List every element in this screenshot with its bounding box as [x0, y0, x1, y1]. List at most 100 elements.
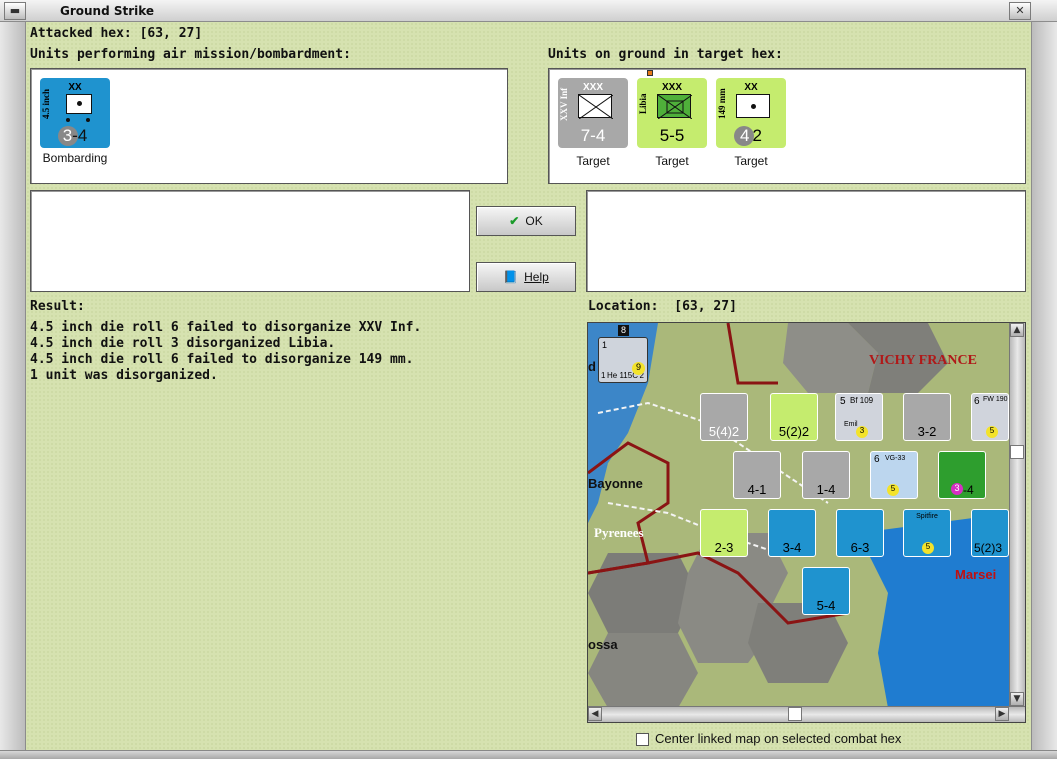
map-unit-counter[interactable]: 6-3	[836, 509, 884, 557]
map-counter-strength: 5(2)2	[778, 424, 810, 439]
map-counter-strength: 2-3	[714, 540, 734, 555]
result-text: 4.5 inch die roll 6 failed to disorganiz…	[30, 320, 421, 384]
map-counter-badge: 3	[856, 426, 868, 438]
map-counter-badge: 5	[922, 542, 934, 554]
unit-name: Libia	[638, 93, 648, 115]
horizontal-scroll-thumb[interactable]	[788, 707, 802, 721]
map-counter-top: 1	[602, 340, 608, 350]
unit-caption: Bombarding	[42, 151, 108, 165]
map-label-d: d	[588, 359, 596, 374]
location-caption: Location:	[588, 299, 659, 314]
defenders-header: Units on ground in target hex:	[548, 47, 783, 62]
map-unit-counter[interactable]: 3 -4	[938, 451, 986, 499]
unit-strength: 3-4	[40, 126, 110, 146]
map-counter-strength: 1-4	[816, 482, 836, 497]
unit-strength-b: 2	[752, 126, 762, 145]
map-unit-counter[interactable]: 1-4	[802, 451, 850, 499]
attackers-header: Units performing air mission/bombardment…	[30, 47, 351, 62]
map-unit-counter[interactable]: 3-4	[768, 509, 816, 557]
unit-caption: Target	[655, 154, 689, 168]
window-title: Ground Strike	[60, 4, 155, 18]
map-unit-counter[interactable]: 5 Bf 109 Emil 3	[835, 393, 883, 441]
map-counter-badge: 3	[951, 483, 963, 495]
unit-strength-a: 4	[740, 126, 750, 145]
artillery-symbol-icon	[736, 94, 770, 118]
map-counter-strength: 6	[974, 396, 980, 407]
attacked-hex-value: [63, 27]	[139, 26, 203, 41]
unit-caption: Target	[734, 154, 768, 168]
location-label: Location: [63, 27]	[588, 299, 737, 314]
unit-strength-b: -4	[72, 126, 88, 145]
window-frame-bottom	[0, 750, 1057, 759]
hex-map[interactable]: VICHY FRANCE Bayonne Pyrenees Marsei oss…	[587, 322, 1026, 723]
map-unit-counter[interactable]: Spitfire 5	[903, 509, 951, 557]
map-counter-bottom-left: 1	[601, 371, 606, 380]
defense-detail-panel	[586, 190, 1026, 292]
unit-counter[interactable]: XXX Libia 5-5	[637, 78, 707, 148]
unit-counter[interactable]: XX 4.5 inch 3-4	[40, 78, 110, 148]
unit-counter[interactable]: XXX XXV Inf 7-4	[558, 78, 628, 148]
map-horizontal-scrollbar[interactable]: ◀ ▶	[588, 706, 1025, 722]
scroll-up-arrow-icon[interactable]: ▲	[1010, 323, 1024, 337]
map-unit-counter[interactable]: 2-3	[700, 509, 748, 557]
map-counter-badge: 9	[632, 362, 645, 375]
map-counter-strength: 5	[840, 396, 846, 407]
result-line: 4.5 inch die roll 3 disorganized Libia.	[30, 336, 336, 351]
vertical-scroll-thumb[interactable]	[1010, 445, 1024, 459]
map-counter-badge: 5	[986, 426, 998, 438]
map-counter-label: VG-33	[885, 455, 906, 462]
system-menu-button[interactable]: ▬	[4, 2, 26, 20]
map-unit-counter[interactable]: 1 He 115C 1 2 9	[598, 337, 648, 383]
result-label: Result:	[30, 299, 85, 314]
defenders-panel: XXX XXV Inf 7-4 Target XXX Libia 5-5 Tar…	[548, 68, 1026, 184]
unit-counter[interactable]: XX 149 mm 42	[716, 78, 786, 148]
map-vertical-scrollbar[interactable]: ▲ ▼	[1009, 323, 1025, 722]
map-unit-counter[interactable]: 4-1	[733, 451, 781, 499]
unit-name: XXV Inf	[559, 87, 569, 121]
center-linked-map-label: Center linked map on selected combat hex	[655, 731, 902, 746]
map-label-bayonne: Bayonne	[588, 476, 643, 491]
dialog-content: Attacked hex: [63, 27] Units performing …	[26, 22, 1031, 759]
map-unit-counter[interactable]: 6 VG-33 5	[870, 451, 918, 499]
map-counter-label: Spitfire	[916, 513, 938, 520]
map-unit-counter[interactable]: 3-2	[903, 393, 951, 441]
unit-strength: 7-4	[580, 126, 606, 145]
map-unit-counter[interactable]: 5(2)3	[971, 509, 1009, 557]
window-frame-right	[1031, 22, 1057, 759]
map-counter-strength: 5(2)3	[974, 541, 1003, 555]
unit-name: 4.5 inch	[41, 89, 51, 120]
map-label-vichy-france: VICHY FRANCE	[869, 353, 977, 368]
map-counter-strength: 6-3	[850, 540, 870, 555]
map-counter-strength: 3-4	[782, 540, 802, 555]
map-counter-label: FW 190	[983, 396, 1008, 403]
attacked-hex-caption: Attacked hex:	[30, 26, 132, 41]
scroll-down-arrow-icon[interactable]: ▼	[1010, 692, 1024, 706]
scroll-left-arrow-icon[interactable]: ◀	[588, 707, 602, 721]
mech-infantry-symbol-icon	[657, 94, 693, 120]
window-frame-left	[0, 22, 26, 759]
help-button-label: Help	[524, 270, 549, 284]
map-counter-strength: 6	[874, 454, 880, 465]
location-value: [63, 27]	[674, 299, 737, 314]
map-unit-counter[interactable]: 5(4)2	[700, 393, 748, 441]
result-line: 1 unit was disorganized.	[30, 368, 218, 383]
hq-marker-icon	[647, 70, 653, 76]
map-unit-counter[interactable]: 5-4	[802, 567, 850, 615]
unit-strength: 5-5	[659, 126, 685, 145]
scroll-right-arrow-icon[interactable]: ▶	[995, 707, 1009, 721]
map-counter-strength: 3-2	[917, 424, 937, 439]
unit-strength-a: 3	[62, 126, 73, 145]
help-button[interactable]: 📘 Help	[476, 262, 576, 292]
map-counter-sub: Emil	[844, 421, 858, 428]
ok-button[interactable]: ✔ OK	[476, 206, 576, 236]
map-counter-strength: 4-1	[747, 482, 767, 497]
ok-button-label: OK	[525, 214, 543, 228]
map-unit-counter[interactable]: 5(2)2	[770, 393, 818, 441]
close-button[interactable]: ✕	[1009, 2, 1031, 20]
map-counter-badge: 5	[887, 484, 899, 496]
attacked-hex-label: Attacked hex: [63, 27]	[30, 26, 202, 41]
map-unit-counter[interactable]: 6 FW 190 5	[971, 393, 1009, 441]
unit-caption: Target	[576, 154, 610, 168]
infantry-symbol-icon	[578, 94, 614, 120]
center-linked-map-checkbox[interactable]	[636, 733, 649, 746]
